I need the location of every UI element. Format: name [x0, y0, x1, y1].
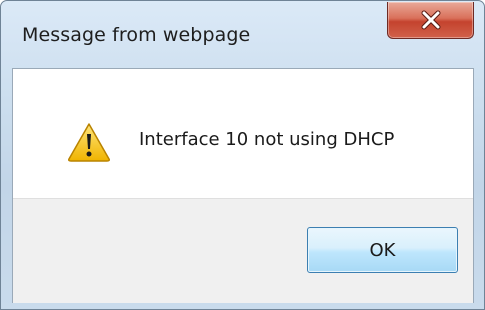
ok-button[interactable]: OK: [307, 227, 458, 273]
ok-button-label: OK: [369, 239, 396, 261]
dialog-window: Message from webpage Interface 10 not us…: [0, 0, 485, 310]
dialog-content: Interface 10 not using DHCP OK: [12, 68, 474, 303]
warning-icon: [68, 123, 110, 162]
close-icon: [421, 10, 441, 30]
button-area: OK: [13, 198, 473, 303]
title-bar[interactable]: Message from webpage: [1, 1, 485, 71]
window-title: Message from webpage: [22, 24, 251, 46]
message-text: Interface 10 not using DHCP: [139, 129, 395, 150]
close-button[interactable]: [387, 2, 474, 39]
